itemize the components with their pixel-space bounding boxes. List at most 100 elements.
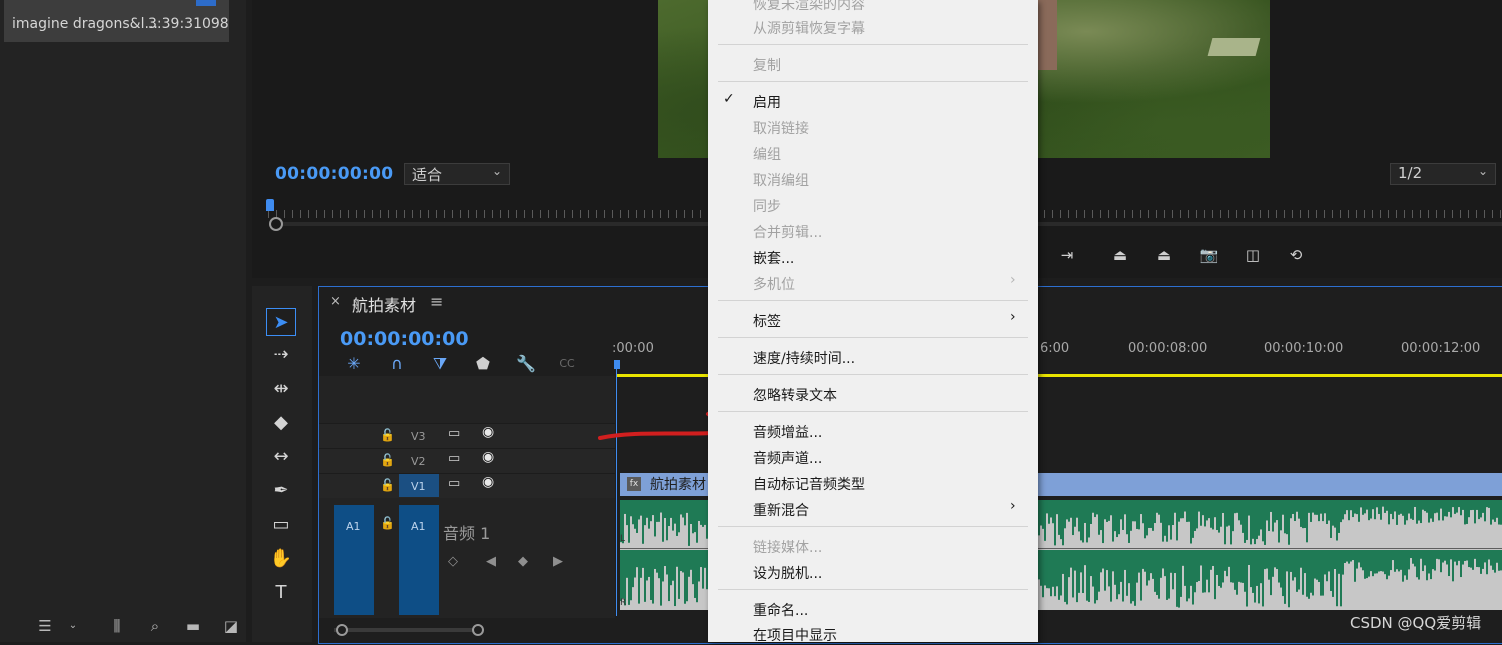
menu-item-ignore-transcript[interactable]: 忽略转录文本	[753, 385, 837, 405]
ruler-label: 00:00:12:00	[1401, 341, 1481, 356]
track-label-v3: V3	[411, 430, 426, 443]
menu-item-speed-duration[interactable]: 速度/持续时间...	[753, 348, 855, 368]
lock-icon[interactable]: 🔓	[380, 453, 395, 467]
lock-icon[interactable]: 🔓	[380, 516, 395, 530]
menu-item-label[interactable]: 标签	[753, 311, 781, 331]
menu-item-auto-tag-audio[interactable]: 自动标记音频类型	[753, 474, 865, 494]
hand-tool-icon[interactable]: ✋	[266, 545, 296, 573]
new-bin-icon[interactable]: ▬	[184, 618, 202, 634]
timeline-zoom-handle-start[interactable]	[336, 624, 348, 636]
video-preview-field	[1207, 38, 1261, 56]
sort-icons-icon[interactable]: ☰	[36, 618, 54, 634]
eye-icon[interactable]: ◉	[482, 474, 494, 490]
wrench-icon[interactable]: 🔧	[514, 353, 538, 375]
menu-item-synchronize[interactable]: 同步	[753, 196, 781, 216]
comparison-view-icon[interactable]: ◫	[1240, 244, 1266, 266]
menu-item-remix[interactable]: 重新混合	[753, 500, 809, 520]
rectangle-tool-icon[interactable]: ▭	[266, 511, 296, 539]
eye-icon[interactable]: ◉	[482, 449, 494, 465]
check-icon: ✓	[723, 91, 735, 107]
panel-menu-icon[interactable]: ≡	[430, 292, 443, 311]
add-marker-icon[interactable]: ⬟	[471, 353, 495, 375]
menu-separator	[718, 526, 1028, 527]
find-icon[interactable]: ⌕	[146, 618, 164, 634]
menu-item-nest[interactable]: 嵌套...	[753, 248, 794, 268]
menu-item-enable[interactable]: 启用	[753, 92, 781, 112]
keyframe-icon[interactable]: ◆	[518, 554, 528, 569]
menu-separator	[718, 300, 1028, 301]
fx-badge-icon: fx	[627, 477, 641, 491]
nest-sequence-icon[interactable]: ✳	[342, 353, 366, 375]
automate-to-sequence-icon[interactable]: ⫼	[108, 618, 126, 634]
menu-item-ungroup[interactable]: 取消编组	[753, 170, 809, 190]
menu-item-make-offline[interactable]: 设为脱机...	[753, 563, 822, 583]
linked-selection-icon[interactable]: ⧩	[428, 353, 452, 375]
menu-item-copy[interactable]: 复制	[753, 55, 781, 75]
track-header-v3[interactable]	[319, 423, 615, 448]
track-header-v2[interactable]	[319, 448, 615, 473]
step-to-out-icon[interactable]: ⇥	[1054, 244, 1080, 266]
snap-magnet-icon[interactable]: ∩	[385, 353, 409, 375]
type-tool-icon[interactable]: T	[266, 579, 296, 607]
lock-icon[interactable]: 🔓	[380, 478, 395, 492]
captions-icon[interactable]: CC	[555, 353, 579, 375]
track-header-v1[interactable]	[319, 473, 615, 498]
lock-icon[interactable]: 🔓	[380, 428, 395, 442]
menu-separator	[718, 589, 1028, 590]
menu-separator	[718, 81, 1028, 82]
menu-item-audio-channels[interactable]: 音频声道...	[753, 448, 822, 468]
track-select-tool-icon[interactable]: ⇢	[266, 341, 296, 369]
ruler-label: 00:00:08:00	[1128, 341, 1208, 356]
extract-icon[interactable]: ⏏	[1151, 244, 1177, 266]
new-item-icon[interactable]: ◪	[222, 618, 240, 634]
menu-item-audio-gain[interactable]: 音频增益...	[753, 422, 822, 442]
razor-tool-icon[interactable]: ◆	[266, 409, 296, 437]
project-panel	[0, 0, 246, 642]
chevron-down-icon: ⌄	[1478, 164, 1489, 178]
menu-item-rename[interactable]: 重命名...	[753, 600, 808, 620]
menu-item-link-media[interactable]: 链接媒体...	[753, 537, 822, 557]
sequence-tab-title[interactable]: 航拍素材	[352, 292, 416, 316]
sync-lock-icon[interactable]: ▭	[448, 476, 460, 491]
monitor-zoom-handle[interactable]	[269, 217, 283, 231]
export-frame-icon[interactable]: 📷	[1196, 244, 1222, 266]
menu-item-multi-camera[interactable]: 多机位	[753, 274, 795, 294]
track-header-area	[319, 376, 615, 424]
eye-icon[interactable]: ◉	[482, 424, 494, 440]
ruler-label: 6:00	[1040, 341, 1070, 356]
timeline-playhead[interactable]	[614, 360, 620, 369]
pen-tool-icon[interactable]: ✒	[266, 477, 296, 505]
timeline-zoom-scrollbar[interactable]	[334, 628, 478, 632]
proxy-toggle-icon[interactable]: ⟲	[1283, 244, 1309, 266]
menu-separator	[718, 411, 1028, 412]
timeline-playhead-line[interactable]	[616, 366, 617, 616]
timeline-timecode[interactable]: 00:00:00:00	[340, 328, 469, 350]
monitor-playhead[interactable]	[266, 199, 274, 211]
chevron-down-icon[interactable]: ⌄	[64, 618, 82, 634]
timeline-zoom-handle-end[interactable]	[472, 624, 484, 636]
selection-tool-icon[interactable]: ➤	[266, 308, 296, 336]
ripple-edit-tool-icon[interactable]: ⇹	[266, 375, 296, 403]
previous-keyframe-icon[interactable]: ◀	[486, 554, 496, 569]
menu-item-group[interactable]: 编组	[753, 144, 781, 164]
channel-label-left: L	[620, 534, 626, 544]
menu-item-restore-unrendered[interactable]: 恢复未渲染的内容	[753, 0, 865, 14]
submenu-arrow-icon: ›	[1010, 498, 1016, 514]
menu-item-unlink[interactable]: 取消链接	[753, 118, 809, 138]
playhead-timecode[interactable]: 00:00:00:00	[275, 164, 393, 184]
sync-lock-icon[interactable]: ▭	[448, 451, 460, 466]
menu-item-restore-captions[interactable]: 从源剪辑恢复字幕	[753, 18, 865, 38]
slip-tool-icon[interactable]: ↔	[266, 443, 296, 471]
menu-separator	[718, 44, 1028, 45]
menu-item-reveal-in-project[interactable]: 在项目中显示	[753, 625, 837, 645]
track-target-a1-label: A1	[411, 520, 426, 533]
sync-lock-icon[interactable]: ▭	[448, 426, 460, 441]
menu-item-merge-clips[interactable]: 合并剪辑...	[753, 222, 822, 242]
add-keyframe-icon[interactable]: ◇	[448, 554, 458, 569]
close-icon[interactable]: ×	[330, 294, 341, 309]
ruler-label: :00:00	[612, 341, 654, 356]
next-keyframe-icon[interactable]: ▶	[553, 554, 563, 569]
video-clip-label: 航拍素材	[650, 477, 706, 493]
track-name-a1[interactable]: 音频 1	[443, 520, 490, 544]
lift-icon[interactable]: ⏏	[1107, 244, 1133, 266]
